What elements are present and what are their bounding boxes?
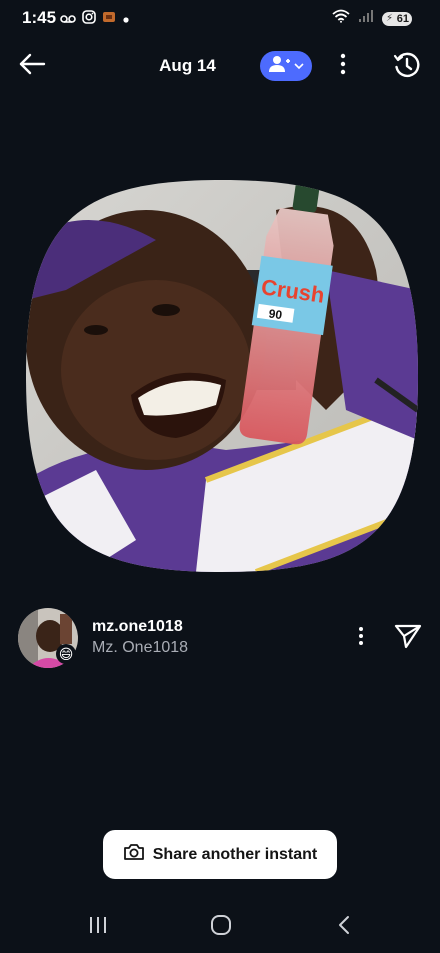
author-more-button[interactable] <box>350 624 372 652</box>
screen: 1:45 ⚡ 61 Aug 14 Crush 90 😄 mz.one1018 M… <box>0 0 440 953</box>
photo-image: Crush 90 <box>26 180 418 572</box>
author-row: 😄 mz.one1018 Mz. One1018 <box>0 606 440 670</box>
recents-button[interactable] <box>78 912 118 942</box>
more-options-button[interactable] <box>330 50 356 82</box>
back-icon <box>337 915 351 940</box>
status-time: 1:45 <box>22 8 57 27</box>
more-vertical-icon <box>358 626 364 651</box>
home-icon <box>210 914 232 941</box>
camera-icon <box>123 843 145 866</box>
audience-selector-button[interactable] <box>260 51 312 81</box>
nav-back-button[interactable] <box>324 912 364 942</box>
status-icons-left <box>60 10 130 29</box>
dot-icon <box>122 11 130 29</box>
page-title: Aug 14 <box>159 56 216 75</box>
battery-level: 61 <box>396 12 409 25</box>
signal-icon <box>358 9 374 28</box>
chevron-down-icon <box>293 57 304 75</box>
app-bar: Aug 14 <box>0 44 440 88</box>
send-button[interactable] <box>392 622 424 654</box>
home-button[interactable] <box>201 912 241 942</box>
status-icons-right: ⚡ 61 <box>332 9 412 28</box>
send-icon <box>394 623 422 654</box>
more-vertical-icon <box>340 53 346 80</box>
recents-icon <box>88 916 108 939</box>
display-name: Mz. One1018 <box>92 639 189 656</box>
share-button-label: Share another instant <box>152 845 318 863</box>
battery-icon: ⚡ 61 <box>382 11 412 26</box>
wifi-icon <box>332 9 350 28</box>
app-notification-icon <box>102 10 116 29</box>
system-nav-bar <box>0 900 440 953</box>
history-button[interactable] <box>390 50 424 84</box>
instagram-icon <box>82 10 96 29</box>
username[interactable]: mz.one1018 <box>92 618 183 636</box>
friends-icon <box>268 55 291 78</box>
reaction-emoji: 😄 <box>56 644 76 664</box>
status-bar: 1:45 ⚡ 61 <box>0 0 440 34</box>
svg-text:90: 90 <box>268 306 283 322</box>
share-another-instant-button[interactable]: Share another instant <box>103 830 337 879</box>
voicemail-icon <box>60 11 76 29</box>
history-icon <box>393 51 421 84</box>
instant-photo[interactable]: Crush 90 <box>26 180 418 572</box>
